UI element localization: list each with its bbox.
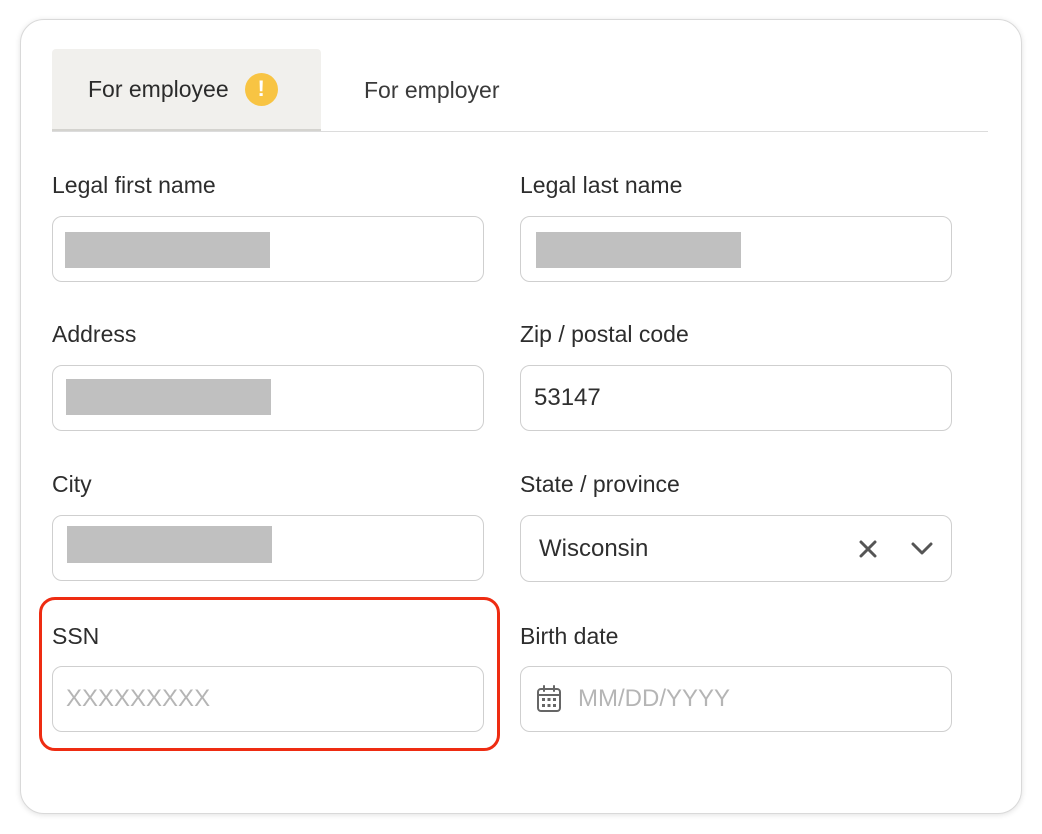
state-value: Wisconsin <box>539 534 649 562</box>
redacted-value <box>536 232 741 268</box>
select-controls <box>859 516 933 581</box>
birth-date-field[interactable]: MM/DD/YYYY <box>520 666 952 732</box>
tab-bar: For employee ! For employer <box>52 49 988 132</box>
tab-label: For employer <box>364 76 500 103</box>
redacted-value <box>65 232 270 268</box>
tab-for-employee[interactable]: For employee ! <box>52 49 321 131</box>
zip-field[interactable]: 53147 <box>520 365 952 431</box>
address-field[interactable] <box>52 365 484 431</box>
warning-icon: ! <box>244 72 278 106</box>
city-field[interactable] <box>52 515 484 581</box>
city-label: City <box>52 471 92 497</box>
zip-value: 53147 <box>534 384 601 411</box>
tab-for-employer[interactable]: For employer <box>364 49 564 131</box>
state-label: State / province <box>520 471 680 497</box>
ssn-field[interactable]: XXXXXXXXX <box>52 666 484 732</box>
last-name-label: Legal last name <box>520 172 683 198</box>
state-select[interactable]: Wisconsin <box>520 515 952 582</box>
last-name-field[interactable] <box>520 216 952 282</box>
address-label: Address <box>52 321 137 347</box>
tab-label: For employee <box>88 75 229 102</box>
ssn-label: SSN <box>52 623 100 649</box>
redacted-value <box>66 379 271 415</box>
close-icon[interactable] <box>859 540 877 558</box>
first-name-label: Legal first name <box>52 172 216 198</box>
ssn-placeholder: XXXXXXXXX <box>66 685 211 712</box>
redacted-value <box>67 526 272 563</box>
chevron-down-icon[interactable] <box>911 542 933 556</box>
zip-label: Zip / postal code <box>520 321 689 347</box>
calendar-icon[interactable] <box>536 685 562 713</box>
birth-date-label: Birth date <box>520 623 619 649</box>
employee-form-card: For employee ! For employer Legal first … <box>20 19 1022 814</box>
first-name-field[interactable] <box>52 216 484 282</box>
birth-date-placeholder: MM/DD/YYYY <box>578 685 731 712</box>
